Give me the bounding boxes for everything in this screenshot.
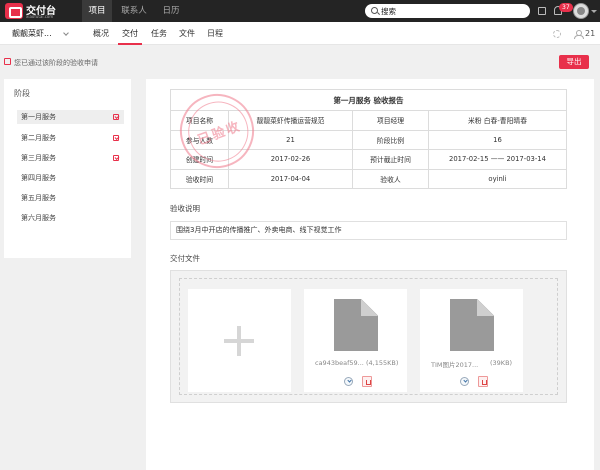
stage-item-label: 第四月服务 — [21, 174, 56, 182]
tab-tasks[interactable]: 任务 — [146, 22, 172, 45]
trash-icon[interactable] — [478, 376, 488, 387]
table-cell: oyinli — [428, 168, 567, 189]
file-size: (39KB) — [490, 359, 513, 367]
search-placeholder: 搜索 — [381, 7, 396, 16]
chevron-down-icon[interactable] — [591, 10, 597, 13]
accepted-check-icon — [113, 114, 119, 120]
table-cell: 项目名称 — [170, 110, 229, 131]
acceptance-report-table: 第一月服务 验收报告 项目名称 靓靓菜虾传播运营规范 项目经理 米粉 白春-曹阳… — [170, 89, 567, 189]
nav-calendar[interactable]: 日历 — [156, 0, 186, 22]
members-icon[interactable] — [574, 30, 584, 39]
tab-delivery[interactable]: 交付 — [118, 22, 142, 45]
table-cell: 参与人数 — [170, 129, 229, 150]
checklist-icon — [4, 58, 11, 65]
notification-badge: 37 — [559, 3, 573, 12]
table-cell: 验收时间 — [170, 168, 229, 189]
project-subnav: 靓靓菜虾... 概况 交付 任务 文件 日程 21 — [0, 22, 600, 45]
user-avatar[interactable] — [573, 3, 589, 19]
file-name: TIM图片2017... — [431, 361, 479, 369]
stage-item-label: 第六月服务 — [21, 214, 56, 222]
trash-icon[interactable] — [362, 376, 372, 387]
file-card[interactable]: TIM图片2017... (39KB) — [420, 289, 523, 392]
table-row: 创建时间 2017-02-26 预计截止时间 2017-02-15 —— 201… — [170, 149, 567, 170]
files-area: ca943beaf59... (4,155KB) TIM图片2017... (3… — [170, 270, 567, 403]
table-cell: 预计截止时间 — [352, 149, 429, 170]
file-name: ca943beaf59... — [315, 359, 364, 367]
table-cell: 项目经理 — [352, 110, 429, 131]
main-panel: 第一月服务 验收报告 项目名称 靓靓菜虾传播运营规范 项目经理 米粉 白春-曹阳… — [146, 79, 594, 470]
table-row: 参与人数 21 阶段比例 16 — [170, 129, 567, 150]
stage-item[interactable]: 第五月服务 — [17, 191, 124, 205]
file-icon — [450, 299, 494, 351]
edit-icon[interactable] — [538, 7, 546, 15]
stage-item[interactable]: 第一月服务 — [17, 110, 124, 124]
plus-icon — [224, 326, 254, 356]
nav-contacts[interactable]: 联系人 — [116, 0, 152, 22]
table-cell: 验收人 — [352, 168, 429, 189]
stage-item[interactable]: 第六月服务 — [17, 211, 124, 225]
table-cell: 靓靓菜虾传播运营规范 — [228, 110, 353, 131]
file-icon — [334, 299, 378, 351]
file-icon-fold — [477, 299, 494, 316]
stage-item[interactable]: 第三月服务 — [17, 151, 124, 165]
table-cell: 16 — [428, 129, 567, 150]
project-name[interactable]: 靓靓菜虾... — [12, 28, 52, 39]
chevron-down-icon[interactable] — [63, 30, 69, 36]
gear-icon[interactable] — [553, 30, 561, 38]
stage-item-label: 第一月服务 — [21, 113, 56, 121]
table-cell: 阶段比例 — [352, 129, 429, 150]
nav-projects[interactable]: 项目 — [82, 0, 112, 22]
app-logo-subtitle: xiaofutai.com — [26, 14, 54, 19]
file-dropzone[interactable]: ca943beaf59... (4,155KB) TIM图片2017... (3… — [179, 278, 558, 395]
search-input[interactable]: 搜索 — [365, 4, 530, 18]
add-file-card[interactable] — [188, 289, 291, 392]
tab-overview[interactable]: 概况 — [88, 22, 114, 45]
stage-item-label: 第二月服务 — [21, 134, 56, 142]
notice-text: 您已通过该阶段的验收申请 — [14, 59, 98, 67]
tab-files[interactable]: 文件 — [174, 22, 200, 45]
accepted-check-icon — [113, 135, 119, 141]
download-icon[interactable] — [344, 377, 353, 386]
stage-item[interactable]: 第二月服务 — [17, 131, 124, 145]
notice-bar: 您已通过该阶段的验收申请 导出 — [0, 45, 600, 79]
files-label: 交付文件 — [170, 254, 200, 263]
top-bar: 交付台 xiaofutai.com 项目 联系人 日历 搜索 37 — [0, 0, 600, 22]
table-cell: 创建时间 — [170, 149, 229, 170]
table-cell: 2017-02-26 — [228, 149, 353, 170]
table-row: 验收时间 2017-04-04 验收人 oyinli — [170, 168, 567, 189]
stage-item-label: 第三月服务 — [21, 154, 56, 162]
member-count: 21 — [585, 29, 596, 38]
stage-panel: 阶段 第一月服务 第二月服务 第三月服务 第四月服务 第五月服务 第六月服务 — [4, 79, 131, 258]
table-cell: 2017-02-15 —— 2017-03-14 — [428, 149, 567, 170]
stage-panel-title: 阶段 — [14, 89, 30, 98]
file-card[interactable]: ca943beaf59... (4,155KB) — [304, 289, 407, 392]
table-row: 项目名称 靓靓菜虾传播运营规范 项目经理 米粉 白春-曹阳晴春 — [170, 110, 567, 131]
export-button[interactable]: 导出 — [559, 55, 589, 69]
table-cell: 21 — [228, 129, 353, 150]
file-icon-fold — [361, 299, 378, 316]
description-text: 围绕3月中开店的传播推广、外卖电商、线下视觉工作 — [170, 221, 567, 240]
accepted-check-icon — [113, 155, 119, 161]
report-title: 第一月服务 验收报告 — [170, 89, 567, 111]
file-size: (4,155KB) — [366, 359, 399, 367]
search-icon — [371, 7, 378, 14]
table-cell: 2017-04-04 — [228, 168, 353, 189]
stage-item-label: 第五月服务 — [21, 194, 56, 202]
description-label: 验收说明 — [170, 204, 200, 213]
app-logo-icon[interactable] — [5, 3, 23, 19]
table-cell: 米粉 白春-曹阳晴春 — [428, 110, 567, 131]
tab-schedule[interactable]: 日程 — [202, 22, 228, 45]
download-icon[interactable] — [460, 377, 469, 386]
stage-item[interactable]: 第四月服务 — [17, 171, 124, 185]
